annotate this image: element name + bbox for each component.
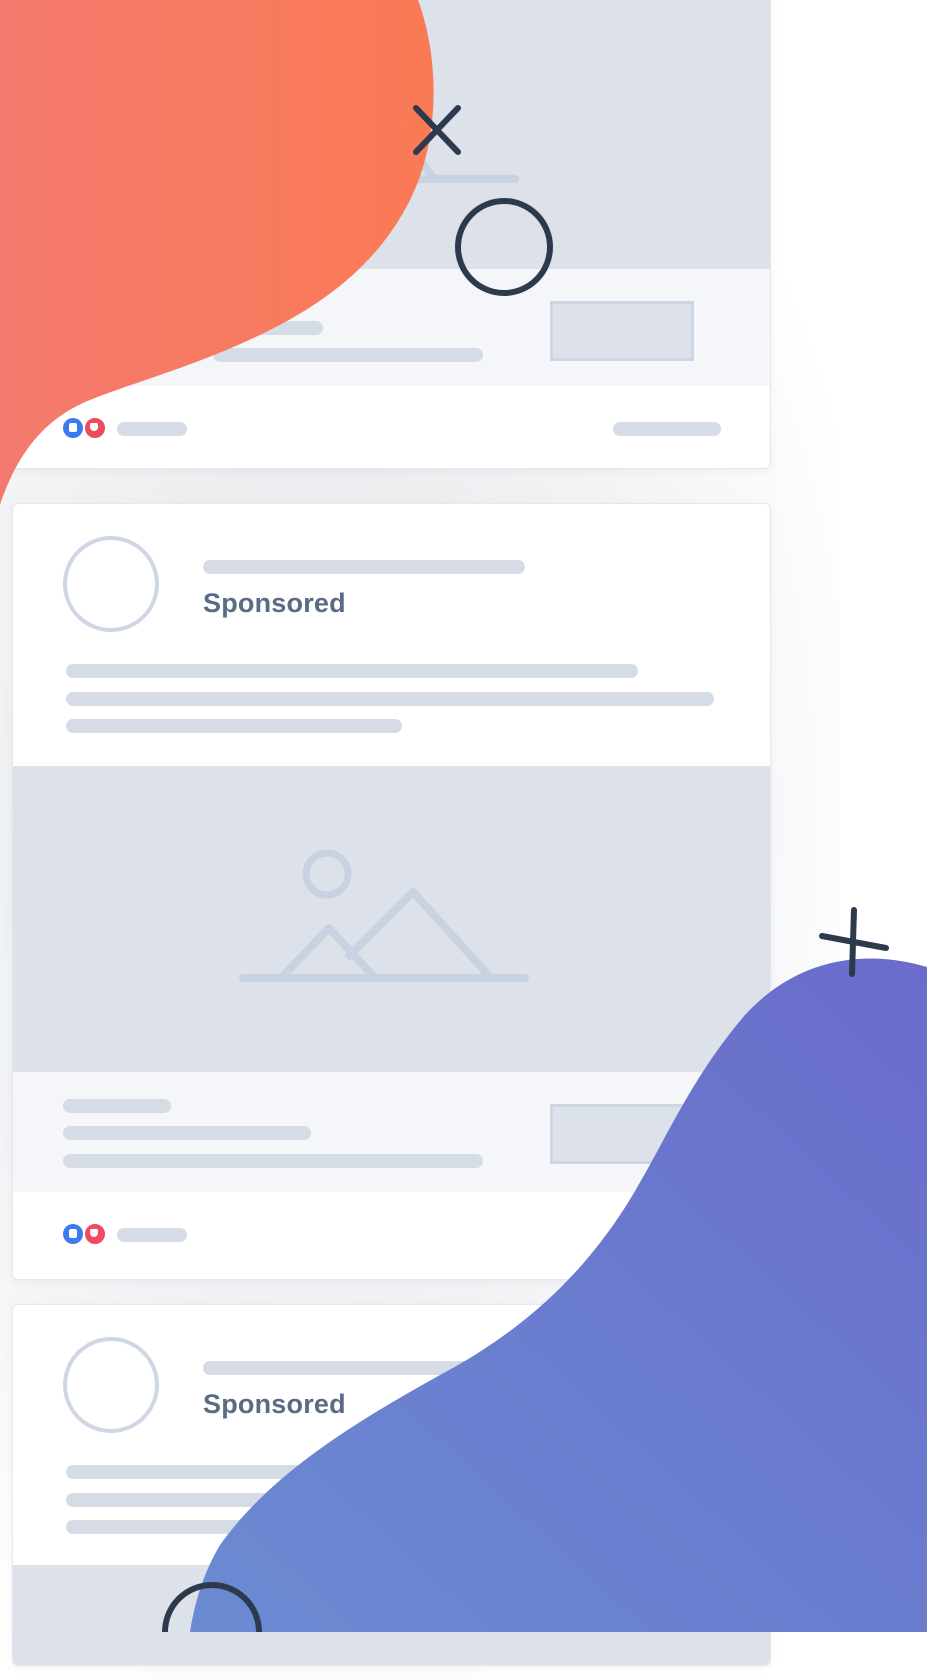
- body-text-line-3: [66, 719, 402, 733]
- site-url-skeleton: [63, 1099, 171, 1113]
- orange-blob: [0, 0, 434, 505]
- avatar: [63, 536, 159, 632]
- ring-icon: [455, 198, 553, 296]
- ring-icon: [162, 1582, 262, 1632]
- page-name-skeleton: [203, 560, 525, 574]
- sponsored-label: Sponsored: [203, 588, 346, 618]
- blue-blob: [190, 958, 927, 1632]
- body-text-line-2: [66, 692, 714, 706]
- plus-mark-icon: [819, 907, 889, 977]
- avatar: [63, 1337, 159, 1433]
- comments-count-skeleton: [613, 422, 721, 436]
- body-text-line-1: [66, 664, 638, 678]
- love-reaction-icon: [83, 1222, 107, 1246]
- reaction-count-skeleton: [117, 1228, 187, 1242]
- cta-button-placeholder[interactable]: [550, 301, 694, 361]
- x-mark-icon: [413, 105, 461, 155]
- like-reaction-icon: [63, 1224, 83, 1244]
